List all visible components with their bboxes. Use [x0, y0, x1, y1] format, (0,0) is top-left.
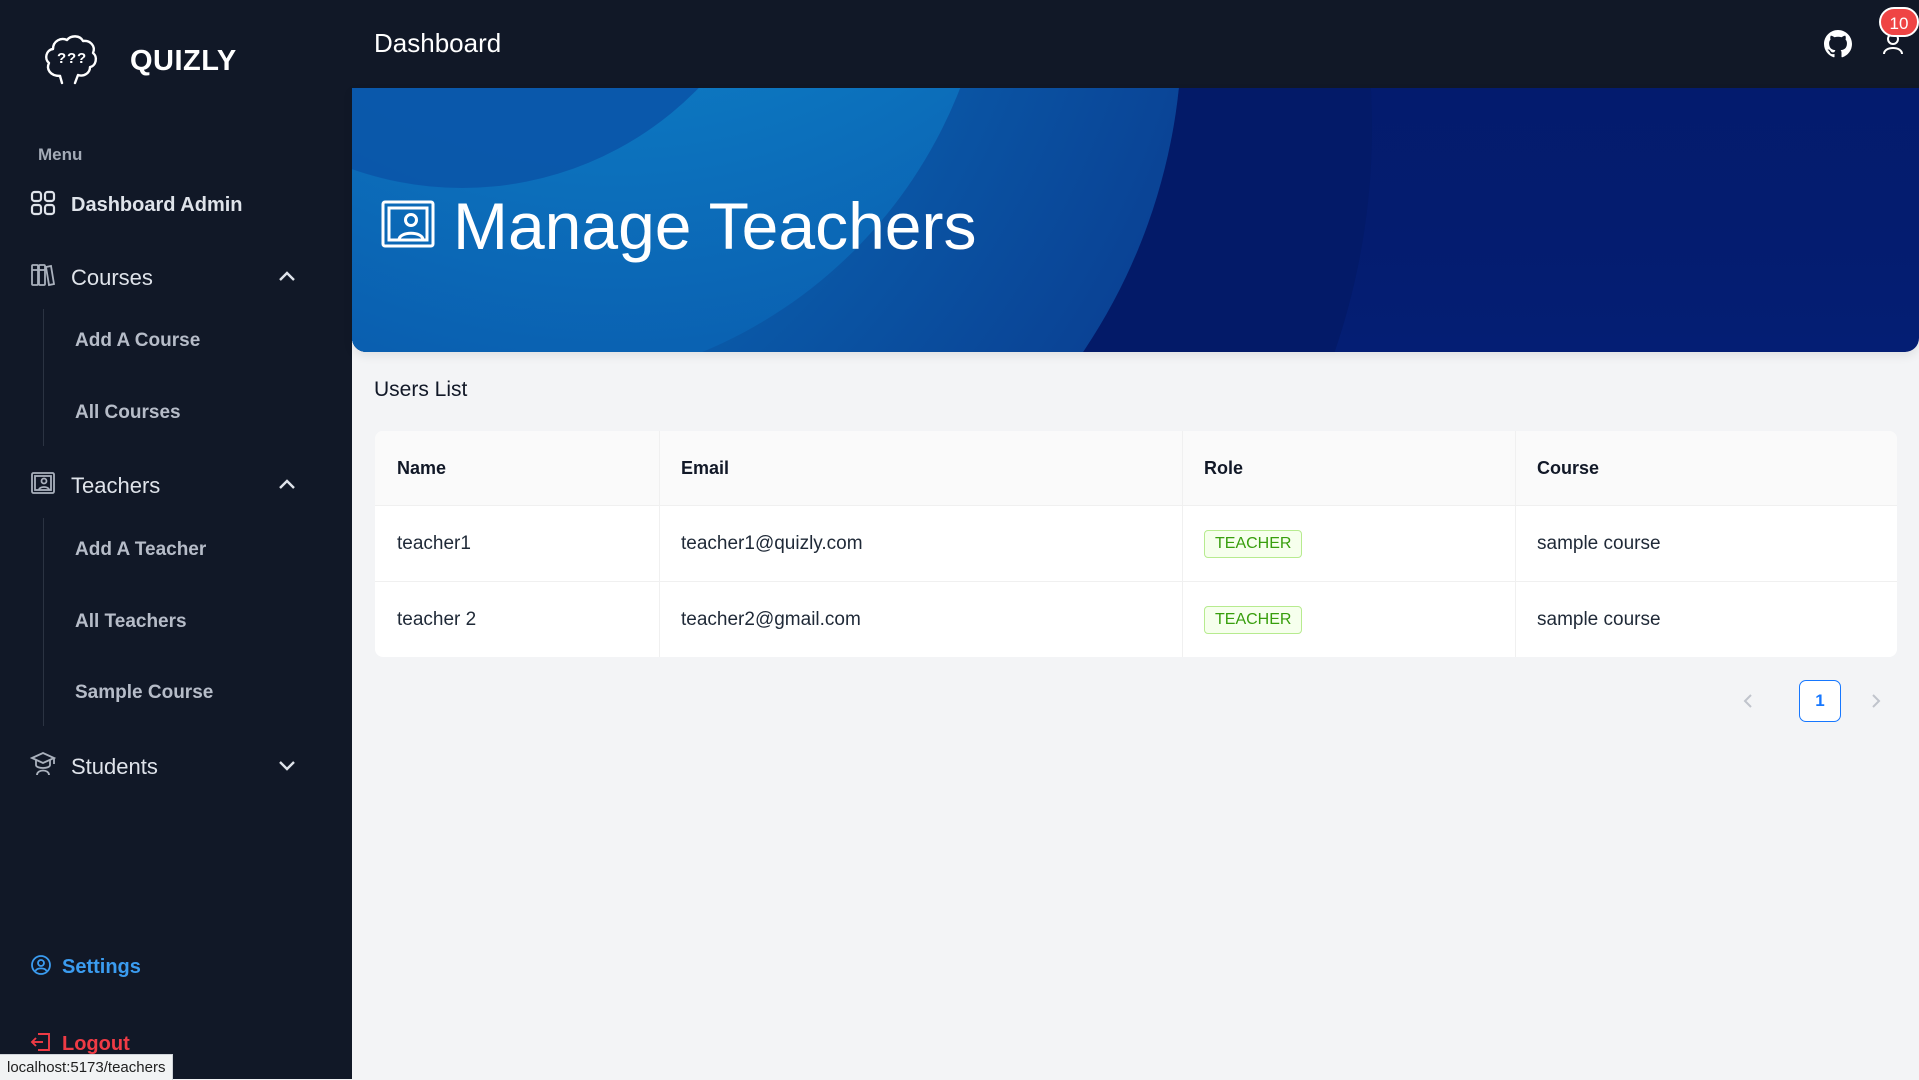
settings-link[interactable]: Settings: [30, 954, 141, 981]
svg-text:?: ?: [57, 50, 66, 67]
users-table: Name Email Role Course teacher1 teacher1…: [375, 431, 1897, 657]
sidebar-subitem-sample-course[interactable]: Sample Course: [75, 682, 213, 704]
sidebar-subitem-add-course[interactable]: Add A Course: [75, 330, 200, 352]
chevron-right-icon[interactable]: [1869, 692, 1883, 715]
brain-logo-icon: ? ? ?: [42, 32, 100, 91]
presentation-icon: [381, 200, 435, 253]
cell-course: sample course: [1515, 505, 1897, 582]
table-header-row: Name Email Role Course: [375, 431, 1897, 506]
presentation-icon: [30, 471, 56, 500]
menu-label: Menu: [38, 145, 83, 164]
submenu-line: [43, 309, 44, 446]
grid-icon: [30, 190, 56, 221]
pagination: 1: [1741, 680, 1901, 724]
submenu-line: [43, 518, 44, 726]
sidebar-item-label: Dashboard Admin: [71, 194, 243, 216]
user-gear-icon: [30, 954, 52, 981]
column-header-role[interactable]: Role: [1182, 431, 1515, 506]
page-title: Dashboard: [374, 28, 502, 58]
sidebar-item-dashboard[interactable]: Dashboard Admin: [30, 190, 243, 221]
cell-email: teacher2@gmail.com: [659, 581, 1182, 657]
status-bar-url: localhost:5173/teachers: [0, 1054, 174, 1080]
banner-title-text: Manage Teachers: [453, 189, 977, 263]
github-icon[interactable]: [1824, 30, 1852, 63]
table-row[interactable]: teacher 2 teacher2@gmail.com TEACHER sam…: [375, 581, 1897, 657]
sidebar-item-courses[interactable]: Courses: [30, 262, 324, 293]
chevron-up-icon[interactable]: [278, 477, 296, 495]
sidebar-item-label: Courses: [71, 264, 153, 290]
cell-course: sample course: [1515, 581, 1897, 657]
section-title: Users List: [374, 378, 468, 401]
cell-name: teacher 2: [375, 581, 659, 657]
svg-text:?: ?: [77, 50, 86, 67]
chevron-down-icon[interactable]: [278, 758, 296, 776]
column-header-email[interactable]: Email: [659, 431, 1182, 506]
sidebar-subitem-all-courses[interactable]: All Courses: [75, 402, 181, 424]
svg-text:?: ?: [67, 50, 76, 67]
sidebar-subitem-add-teacher[interactable]: Add A Teacher: [75, 539, 206, 561]
chevron-up-icon[interactable]: [278, 269, 296, 287]
sidebar-item-label: Students: [71, 753, 158, 779]
books-icon: [30, 262, 56, 293]
banner: Manage Teachers: [352, 88, 1919, 352]
role-tag[interactable]: TEACHER: [1204, 529, 1303, 558]
top-bar: Dashboard 10: [352, 0, 1919, 88]
sidebar-subitem-all-teachers[interactable]: All Teachers: [75, 611, 187, 633]
settings-label: Settings: [62, 956, 141, 978]
logout-label: Logout: [62, 1033, 130, 1055]
sidebar-item-label: Teachers: [71, 472, 161, 498]
cell-role: TEACHER: [1182, 505, 1515, 582]
brand[interactable]: ? ? ? QUIZLY: [42, 32, 237, 91]
sidebar-item-teachers[interactable]: Teachers: [30, 471, 324, 500]
role-tag[interactable]: TEACHER: [1204, 605, 1303, 634]
sidebar-item-students[interactable]: Students: [29, 751, 324, 782]
sidebar: ? ? ? QUIZLY Menu Dashboard Admin Course…: [0, 0, 352, 1079]
graduation-cap-icon: [29, 751, 57, 782]
column-header-course[interactable]: Course: [1515, 431, 1897, 506]
page-number-button[interactable]: 1: [1799, 680, 1841, 722]
brand-name: QUIZLY: [130, 45, 237, 77]
banner-title: Manage Teachers: [381, 188, 976, 264]
column-header-name[interactable]: Name: [375, 431, 659, 506]
table-row[interactable]: teacher1 teacher1@quizly.com TEACHER sam…: [375, 505, 1897, 582]
cell-role: TEACHER: [1182, 581, 1515, 657]
cell-name: teacher1: [375, 505, 659, 582]
chevron-left-icon[interactable]: [1741, 692, 1755, 715]
cell-email: teacher1@quizly.com: [659, 505, 1182, 582]
notification-badge: 10: [1879, 7, 1919, 37]
